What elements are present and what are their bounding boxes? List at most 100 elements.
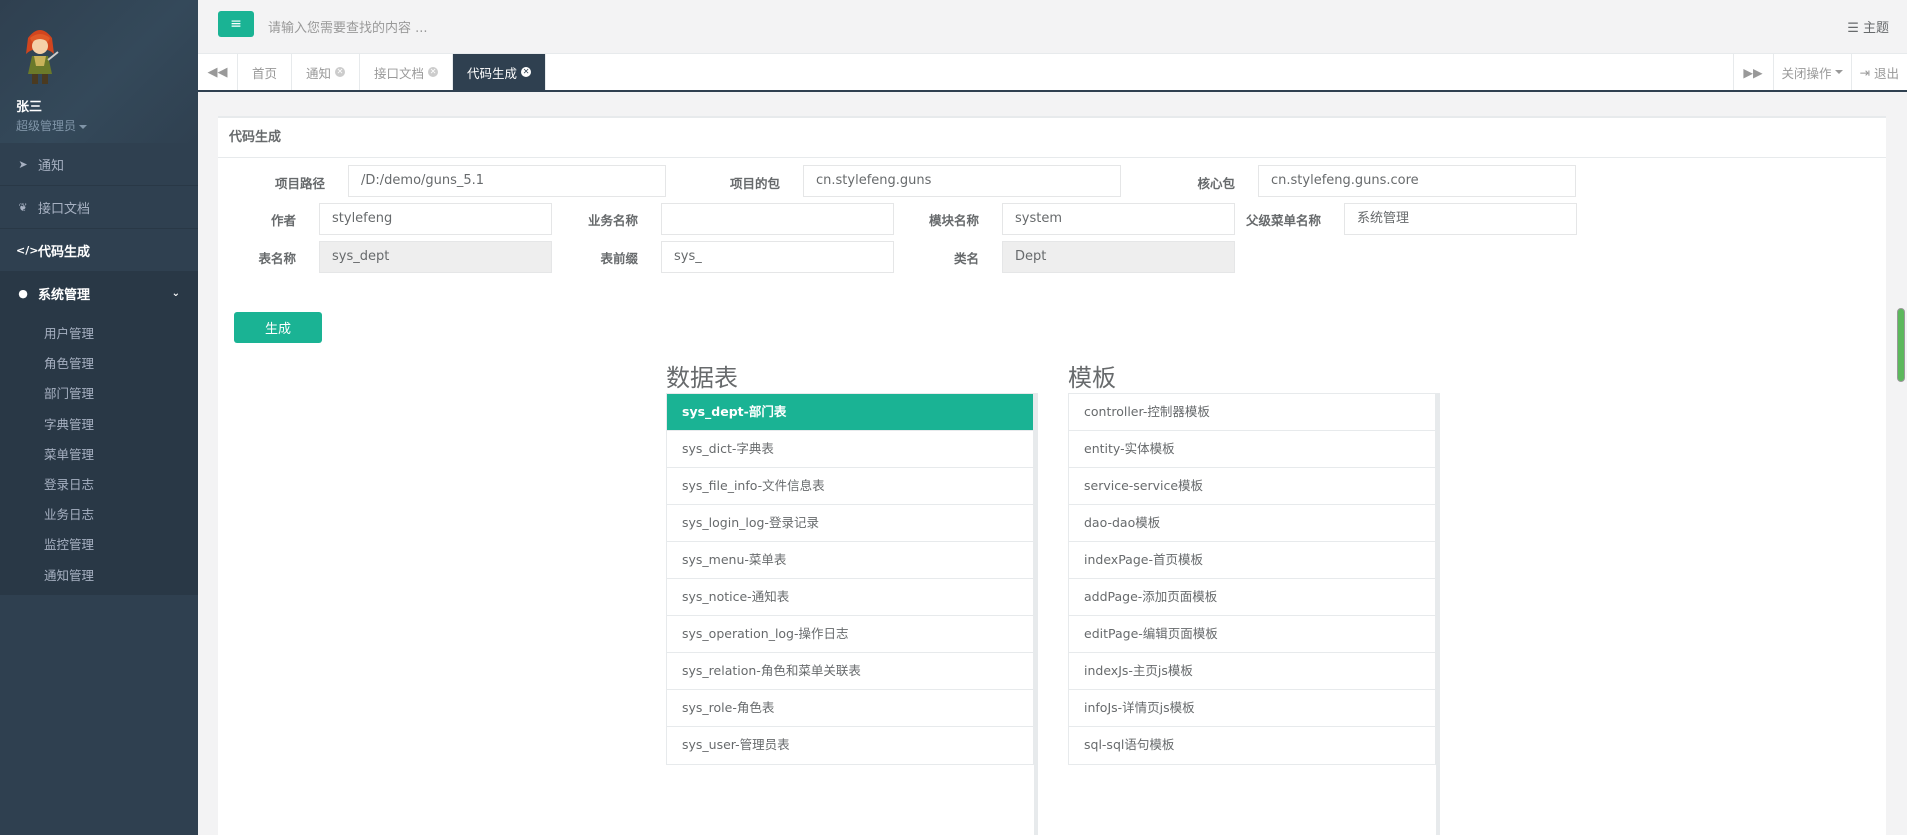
- list-item[interactable]: indexPage-首页模板: [1069, 542, 1435, 579]
- sidebar-item-code-gen[interactable]: </> 代码生成: [0, 229, 198, 272]
- core-package-label: 核心包: [1197, 176, 1235, 191]
- close-icon[interactable]: ✕: [521, 67, 532, 77]
- tables-title: 数据表: [666, 364, 738, 392]
- list-item[interactable]: entity-实体模板: [1069, 431, 1435, 468]
- sidebar-item-system[interactable]: ● 系统管理 ⌄: [0, 272, 198, 315]
- list-item[interactable]: sys_login_log-登录记录: [667, 505, 1033, 542]
- close-icon[interactable]: ✕: [335, 67, 346, 77]
- parent-menu-input[interactable]: 系统管理: [1344, 203, 1577, 235]
- close-icon[interactable]: ✕: [428, 67, 439, 77]
- user-icon: ●: [18, 286, 28, 300]
- project-package-label: 项目的包: [729, 176, 780, 191]
- menu-toggle-button[interactable]: ≡: [218, 11, 254, 37]
- avatar[interactable]: [18, 24, 62, 88]
- list-item[interactable]: sys_role-角色表: [667, 690, 1033, 727]
- theme-button[interactable]: ☰ 主题: [1847, 17, 1889, 36]
- project-path-input[interactable]: /D:/demo/guns_5.1: [348, 165, 666, 197]
- divider: [1034, 393, 1038, 835]
- list-item[interactable]: indexJs-主页js模板: [1069, 653, 1435, 690]
- submenu-item-dicts[interactable]: 字典管理: [0, 410, 198, 440]
- list-item[interactable]: addPage-添加页面模板: [1069, 579, 1435, 616]
- sidebar-item-notice[interactable]: ➤ 通知: [0, 143, 198, 186]
- list-item[interactable]: dao-dao模板: [1069, 505, 1435, 542]
- divider: [1436, 393, 1440, 835]
- main-content: 代码生成 项目路径 /D:/demo/guns_5.1 项目的包 cn.styl…: [198, 92, 1907, 835]
- tab-home[interactable]: 首页: [238, 54, 293, 90]
- submenu-item-biz-log[interactable]: 业务日志: [0, 500, 198, 530]
- tabs-right-controls: ▶▶ 关闭操作 ⇥ 退出: [1732, 54, 1907, 90]
- table-prefix-label: 表前缀: [600, 251, 638, 266]
- biz-name-label: 业务名称: [587, 213, 638, 228]
- list-item[interactable]: sql-sql语句模板: [1069, 727, 1435, 764]
- list-item[interactable]: sys_menu-菜单表: [667, 542, 1033, 579]
- list-item[interactable]: service-service模板: [1069, 468, 1435, 505]
- tab-notice[interactable]: 通知 ✕: [292, 54, 361, 90]
- tables-list: sys_dept-部门表 sys_dict-字典表 sys_file_info-…: [666, 393, 1034, 765]
- submenu-item-notice-mgmt[interactable]: 通知管理: [0, 561, 198, 591]
- submenu-item-depts[interactable]: 部门管理: [0, 379, 198, 409]
- backward-icon: ◀◀: [207, 64, 228, 80]
- topbar: ≡ 请输入您需要查找的内容 ... ☰ 主题: [198, 0, 1907, 54]
- author-input[interactable]: stylefeng: [319, 203, 552, 235]
- table-prefix-input[interactable]: sys_: [661, 241, 894, 273]
- class-name-label: 类名: [953, 251, 979, 266]
- sidebar-item-api-docs[interactable]: ❦ 接口文档: [0, 186, 198, 229]
- class-name-input: Dept: [1002, 241, 1235, 273]
- paper-plane-icon: ➤: [18, 157, 28, 171]
- sidebar-item-label: 代码生成: [38, 244, 91, 260]
- tabs-bar: ◀◀ 首页 通知 ✕ 接口文档 ✕ 代码生成 ✕ ▶▶ 关闭操作 ⇥ 退出: [198, 54, 1907, 92]
- tab-api-docs[interactable]: 接口文档 ✕: [360, 54, 454, 90]
- hamburger-icon: ≡: [230, 16, 242, 32]
- user-name: 张三: [16, 100, 43, 115]
- scrollbar[interactable]: [1897, 308, 1905, 382]
- close-ops-label: 关闭操作: [1781, 65, 1832, 81]
- logout-button[interactable]: ⇥ 退出: [1850, 54, 1907, 90]
- submenu-item-roles[interactable]: 角色管理: [0, 349, 198, 379]
- chevron-down-icon: ⌄: [171, 287, 180, 299]
- templates-title: 模板: [1068, 364, 1116, 392]
- table-name-input: sys_dept: [319, 241, 552, 273]
- forward-icon: ▶▶: [1743, 64, 1763, 80]
- submenu-item-users[interactable]: 用户管理: [0, 319, 198, 349]
- search-input[interactable]: 请输入您需要查找的内容 ...: [268, 17, 428, 36]
- logout-label: 退出: [1873, 65, 1899, 81]
- list-item[interactable]: sys_relation-角色和菜单关联表: [667, 653, 1033, 690]
- list-item[interactable]: infoJs-详情页js模板: [1069, 690, 1435, 727]
- list-item[interactable]: sys_file_info-文件信息表: [667, 468, 1033, 505]
- list-item[interactable]: sys_user-管理员表: [667, 727, 1033, 764]
- list-item[interactable]: sys_notice-通知表: [667, 579, 1033, 616]
- tab-label: 代码生成: [467, 65, 518, 81]
- submenu-item-menus[interactable]: 菜单管理: [0, 440, 198, 470]
- tabs-scroll-left-button[interactable]: ◀◀: [198, 54, 238, 90]
- tab-code-gen[interactable]: 代码生成 ✕: [453, 54, 547, 90]
- user-role-label: 超级管理员: [16, 119, 77, 133]
- project-package-input[interactable]: cn.stylefeng.guns: [803, 165, 1121, 197]
- list-item[interactable]: editPage-编辑页面模板: [1069, 616, 1435, 653]
- tasks-icon: ☰: [1847, 21, 1859, 36]
- module-name-label: 模块名称: [928, 213, 979, 228]
- biz-name-input[interactable]: [661, 203, 894, 235]
- tabs-scroll-right-button[interactable]: ▶▶: [1732, 54, 1773, 90]
- generate-button[interactable]: 生成: [234, 312, 322, 343]
- submenu-item-monitor[interactable]: 监控管理: [0, 530, 198, 560]
- tab-label: 通知: [306, 65, 332, 81]
- code-icon: </>: [16, 243, 39, 257]
- module-name-input[interactable]: system: [1002, 203, 1235, 235]
- list-item[interactable]: sys_dept-部门表: [667, 394, 1033, 431]
- parent-menu-label: 父级菜单名称: [1245, 213, 1321, 228]
- table-name-label: 表名称: [258, 251, 296, 266]
- tabs: 首页 通知 ✕ 接口文档 ✕ 代码生成 ✕: [238, 54, 547, 90]
- list-item[interactable]: sys_operation_log-操作日志: [667, 616, 1033, 653]
- user-role-dropdown[interactable]: 超级管理员: [16, 117, 198, 134]
- sidebar-item-label: 接口文档: [38, 201, 91, 217]
- system-submenu: 用户管理 角色管理 部门管理 字典管理 菜单管理 登录日志 业务日志 监控管理 …: [0, 315, 198, 595]
- list-item[interactable]: controller-控制器模板: [1069, 394, 1435, 431]
- submenu-item-login-log[interactable]: 登录日志: [0, 470, 198, 500]
- chevron-down-icon: [79, 124, 88, 129]
- tab-label: 首页: [252, 65, 278, 81]
- core-package-input[interactable]: cn.stylefeng.guns.core: [1258, 165, 1576, 197]
- list-item[interactable]: sys_dict-字典表: [667, 431, 1033, 468]
- close-ops-dropdown[interactable]: 关闭操作: [1772, 54, 1851, 90]
- panel-title: 代码生成: [218, 118, 1886, 158]
- sidebar: 张三 超级管理员 ➤ 通知 ❦ 接口文档 </> 代码生成 ● 系统管理 ⌄ 用户…: [0, 0, 198, 835]
